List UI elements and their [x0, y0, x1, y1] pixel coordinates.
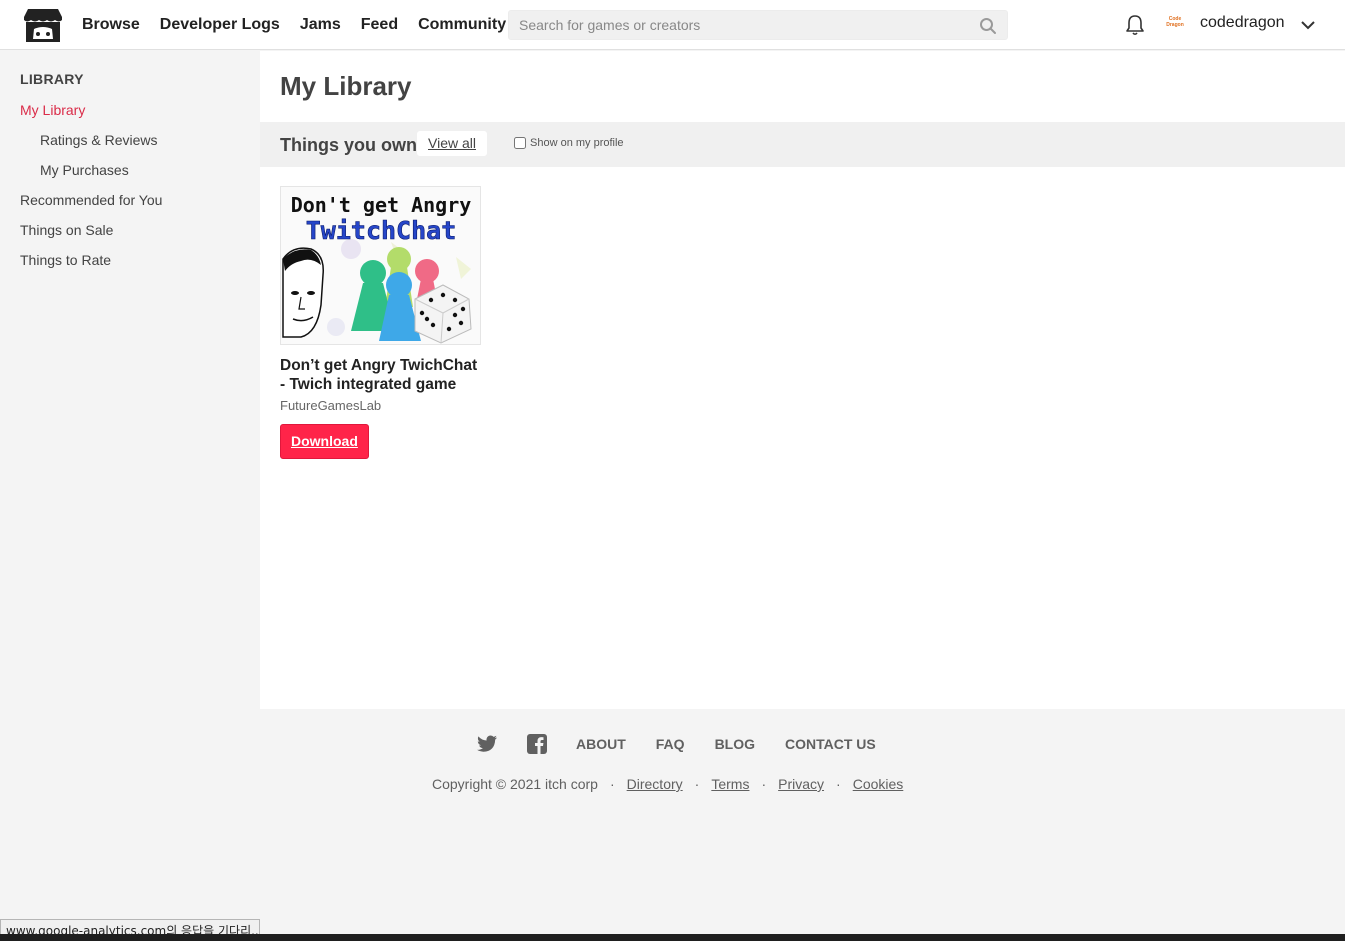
game-author-link[interactable]: FutureGamesLab	[280, 398, 481, 413]
search-input[interactable]	[509, 11, 1007, 39]
game-title-link[interactable]: Don’t get Angry TwichChat - Twich integr…	[280, 356, 481, 394]
notification-bell-icon[interactable]	[1124, 13, 1146, 37]
separator-dot: ·	[694, 776, 700, 792]
library-sidebar: LIBRARY My Library Ratings & Reviews My …	[0, 51, 260, 711]
footer-blog-link[interactable]: BLOG	[715, 736, 755, 752]
itch-logo-icon[interactable]	[23, 7, 63, 44]
game-cell: Don't get Angry TwitchChat Don’t get Ang…	[280, 186, 481, 459]
view-all-button[interactable]: View all	[417, 131, 487, 156]
copyright-row: Copyright © 2021 itch corp · Directory ·…	[432, 776, 903, 792]
library-main: My Library Things you own View all Show …	[260, 51, 1345, 709]
sidebar-item-my-purchases[interactable]: My Purchases	[40, 162, 129, 178]
sidebar-item-on-sale[interactable]: Things on Sale	[20, 222, 113, 238]
thumb-title-line2: TwitchChat	[306, 216, 457, 245]
separator-dot: ·	[761, 776, 767, 792]
separator-dot: ·	[836, 776, 841, 792]
footer-links: ABOUT FAQ BLOG CONTACT US	[476, 732, 906, 756]
footer-about-link[interactable]: ABOUT	[576, 736, 626, 752]
main-nav: Browse Developer Logs Jams Feed Communit…	[82, 0, 526, 50]
window-bottom-edge	[0, 934, 1345, 941]
facebook-icon[interactable]	[526, 733, 548, 755]
sidebar-item-to-rate[interactable]: Things to Rate	[20, 252, 111, 268]
terms-link[interactable]: Terms	[711, 776, 749, 792]
section-title: Things you own	[280, 135, 417, 155]
avatar[interactable]: Code Dragon	[1161, 13, 1189, 37]
show-on-profile-toggle[interactable]: Show on my profile	[514, 137, 624, 149]
sidebar-item-my-library[interactable]: My Library	[20, 102, 85, 118]
show-on-profile-checkbox[interactable]	[514, 137, 526, 149]
nav-developer-logs[interactable]: Developer Logs	[160, 16, 280, 34]
twitter-icon[interactable]	[476, 733, 498, 755]
privacy-link[interactable]: Privacy	[778, 776, 824, 792]
thumb-title-line1: Don't get Angry	[291, 193, 472, 217]
game-thumbnail[interactable]: Don't get Angry TwitchChat	[280, 186, 481, 345]
separator-dot: ·	[609, 776, 615, 792]
sidebar-heading: LIBRARY	[20, 71, 84, 87]
sidebar-item-ratings-reviews[interactable]: Ratings & Reviews	[40, 132, 158, 148]
nav-browse[interactable]: Browse	[82, 16, 140, 34]
copyright-text: Copyright © 2021 itch corp	[432, 776, 598, 792]
cookies-link[interactable]: Cookies	[853, 776, 904, 792]
page-title: My Library	[280, 71, 412, 101]
footer-faq-link[interactable]: FAQ	[656, 736, 685, 752]
footer-contact-link[interactable]: CONTACT US	[785, 736, 876, 752]
directory-link[interactable]: Directory	[627, 776, 683, 792]
sidebar-item-recommended[interactable]: Recommended for You	[20, 192, 162, 208]
username[interactable]: codedragon	[1200, 14, 1285, 32]
search-icon[interactable]	[979, 17, 997, 35]
search-box	[508, 10, 1008, 40]
nav-feed[interactable]: Feed	[361, 16, 398, 34]
nav-jams[interactable]: Jams	[300, 16, 341, 34]
show-on-profile-label: Show on my profile	[530, 137, 624, 149]
chevron-down-icon[interactable]	[1300, 17, 1316, 33]
top-header: Browse Developer Logs Jams Feed Communit…	[0, 0, 1345, 50]
nav-community[interactable]: Community	[418, 16, 506, 34]
download-button[interactable]: Download	[280, 424, 369, 459]
owned-section-header: Things you own View all Show on my profi…	[260, 122, 1345, 167]
